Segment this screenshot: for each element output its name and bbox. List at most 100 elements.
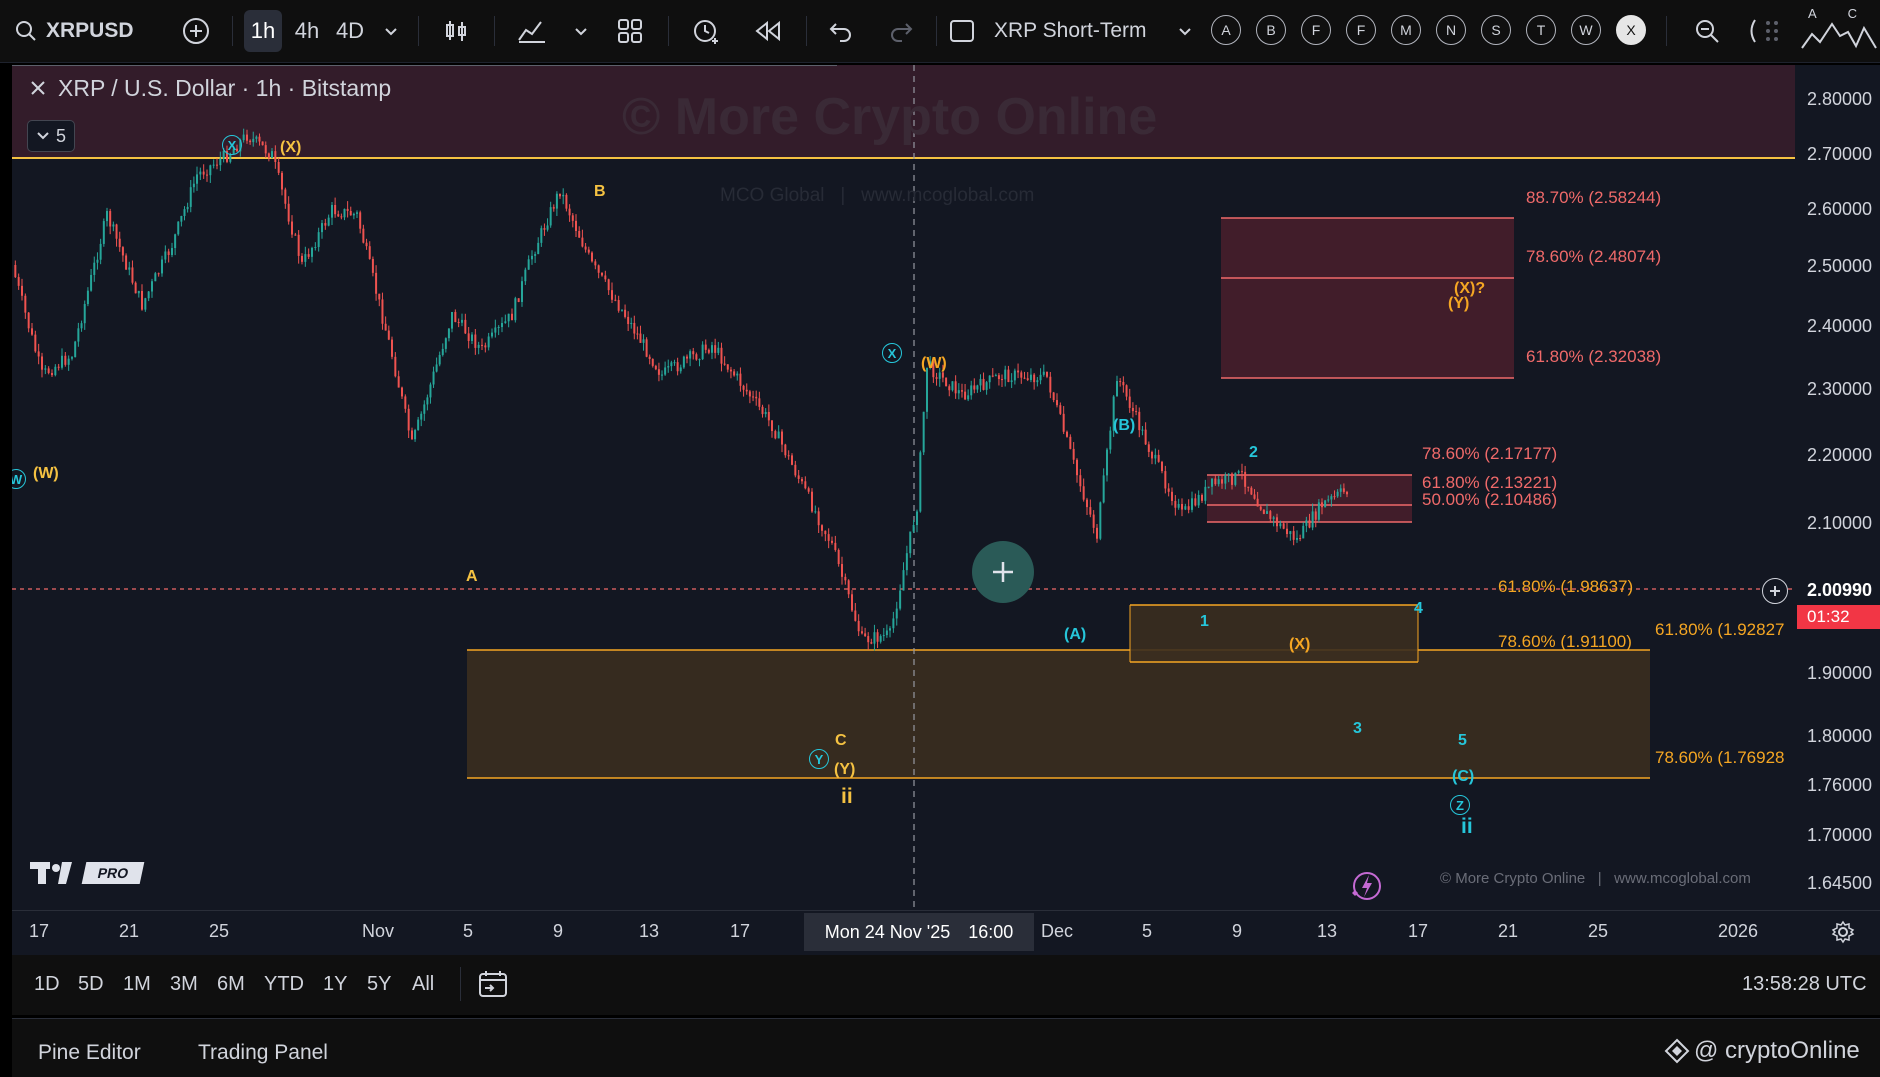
interval-4h-button[interactable]: 4h: [288, 10, 326, 52]
candle-body: [935, 377, 938, 379]
tab-pine-editor[interactable]: Pine Editor: [38, 1041, 141, 1065]
goto-date-button[interactable]: [477, 969, 511, 1001]
zoom-tool-button[interactable]: [1690, 10, 1724, 52]
candle-body: [861, 631, 863, 634]
range-6m-button[interactable]: 6M: [217, 973, 245, 996]
candle-body: [720, 347, 723, 364]
chart-pane[interactable]: © More Crypto Online MCO Global | www.mc…: [12, 65, 1795, 910]
candle-body: [876, 632, 879, 642]
compare-add-button[interactable]: [176, 10, 216, 52]
candle-body: [189, 187, 192, 207]
range-all-button[interactable]: All: [412, 973, 434, 996]
wave-circle-label: Z: [1450, 795, 1470, 815]
candle-body: [739, 373, 742, 386]
candle-body: [96, 259, 99, 263]
candle-body: [979, 378, 982, 386]
layout-square-button[interactable]: [944, 10, 980, 52]
candle-body: [1311, 511, 1314, 528]
candle-body: [491, 332, 493, 337]
candle-body: [1289, 531, 1292, 535]
price-axis[interactable]: 2.80000 2.70000 2.60000 2.50000 2.40000 …: [1795, 65, 1880, 910]
candle-body: [435, 364, 438, 372]
interval-1h-button[interactable]: 1h: [244, 10, 282, 52]
quick-button-b[interactable]: B: [1256, 15, 1286, 45]
candle-body: [549, 207, 552, 226]
candle-body: [304, 254, 307, 262]
redo-icon: [891, 23, 913, 42]
candle-body: [1227, 473, 1230, 476]
wave-label: (W): [921, 355, 947, 372]
time-axis[interactable]: 17 21 25 Nov 5 9 13 17 Dec 5 9 13 17 21 …: [12, 910, 1880, 955]
range-ytd-button[interactable]: YTD: [264, 973, 304, 996]
candle-body: [611, 290, 613, 300]
candle-body: [1004, 369, 1007, 380]
candle-body: [255, 136, 258, 139]
candle-body: [879, 636, 882, 642]
undo-button[interactable]: [824, 10, 858, 52]
range-1m-button[interactable]: 1M: [123, 973, 151, 996]
watermark-main: © More Crypto Online: [622, 88, 1158, 146]
layout-name[interactable]: XRP Short-Term: [994, 10, 1190, 52]
quick-button-f1[interactable]: F: [1301, 15, 1331, 45]
quick-button-x[interactable]: X: [1616, 15, 1646, 45]
candle-body: [1234, 472, 1237, 485]
interval-dropdown-button[interactable]: [380, 10, 402, 52]
candle-body: [661, 374, 663, 376]
candle-body: [294, 234, 297, 236]
layout-grid-button[interactable]: [612, 10, 648, 52]
candle-body: [212, 164, 215, 166]
replay-button[interactable]: [750, 10, 786, 52]
candle-body: [229, 154, 232, 162]
candle-body: [57, 366, 60, 368]
candle-body: [787, 455, 790, 457]
indicators-dropdown-button[interactable]: [570, 10, 592, 52]
drag-handle[interactable]: [1752, 10, 1792, 52]
candle-body: [1147, 444, 1150, 452]
tab-trading-panel[interactable]: Trading Panel: [198, 1041, 328, 1065]
candle-body: [281, 172, 283, 190]
quick-button-m[interactable]: M: [1391, 15, 1421, 45]
candle-body: [1224, 475, 1227, 484]
indicators-button[interactable]: [514, 10, 550, 52]
elliott-wave-tool-button[interactable]: A C: [1800, 6, 1880, 56]
assistant-button[interactable]: [1344, 865, 1384, 905]
quick-button-f2[interactable]: F: [1346, 15, 1376, 45]
candle-body: [1102, 475, 1105, 503]
quick-button-a[interactable]: A: [1211, 15, 1241, 45]
close-icon[interactable]: [28, 78, 48, 98]
time-tick: 13: [638, 921, 660, 941]
axis-settings-button[interactable]: [1830, 919, 1856, 945]
range-3m-button[interactable]: 3M: [170, 973, 198, 996]
price-tick: 2.10000: [1807, 513, 1873, 533]
candle-body: [1122, 381, 1125, 386]
candle-type-button[interactable]: [440, 10, 472, 52]
wave-label: 3: [1353, 720, 1362, 737]
candle-body: [1109, 430, 1112, 450]
alert-button[interactable]: [688, 10, 724, 52]
candle-body: [814, 511, 817, 513]
interval-4d-button[interactable]: 4D: [330, 10, 370, 52]
candle-body: [670, 362, 673, 367]
redo-button[interactable]: [884, 10, 918, 52]
quick-button-w[interactable]: W: [1571, 15, 1601, 45]
range-1y-button[interactable]: 1Y: [323, 973, 347, 996]
quick-button-t[interactable]: T: [1526, 15, 1556, 45]
candle-body: [331, 204, 333, 218]
range-5d-button[interactable]: 5D: [78, 973, 104, 996]
add-price-alert-button[interactable]: [1762, 578, 1788, 604]
quick-button-n[interactable]: N: [1436, 15, 1466, 45]
crosshair-add-button[interactable]: [972, 541, 1034, 603]
quick-button-s[interactable]: S: [1481, 15, 1511, 45]
magnifier-icon: [1696, 20, 1719, 43]
candle-body: [177, 221, 180, 235]
indicator-collapse-button[interactable]: 5: [27, 120, 75, 152]
range-1d-button[interactable]: 1D: [34, 973, 60, 996]
wave-label: (X): [1289, 636, 1311, 653]
range-5y-button[interactable]: 5Y: [367, 973, 391, 996]
fib-label: 78.60% (1.91100): [1498, 632, 1632, 651]
candle-body: [1007, 369, 1010, 383]
symbol-search-button[interactable]: XRPUSD: [14, 10, 144, 52]
candle-body: [497, 327, 500, 329]
clock-utc[interactable]: 13:58:28 UTC: [1742, 973, 1867, 996]
layout-dropdown-button[interactable]: [1174, 10, 1196, 52]
